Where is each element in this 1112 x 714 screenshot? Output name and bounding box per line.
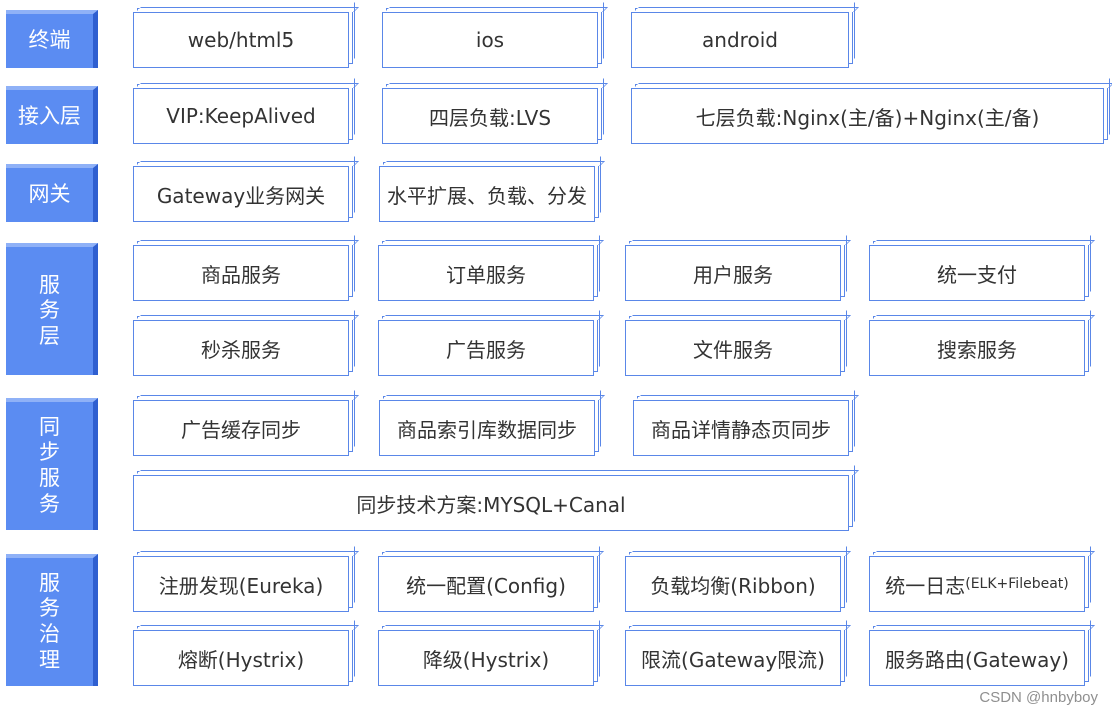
- gov-config: 统一配置(Config): [378, 556, 594, 612]
- watermark: CSDN @hnbyboy: [979, 689, 1098, 706]
- service-user: 用户服务: [625, 245, 841, 301]
- gov-logging-label: 统一日志: [885, 573, 966, 598]
- layer-label-service: 服 务 层: [6, 243, 98, 375]
- label-char: 服: [39, 570, 60, 595]
- label-char: 务: [39, 298, 60, 323]
- label-char: 层: [39, 323, 60, 348]
- sync-tech-solution: 同步技术方案:MYSQL+Canal: [133, 475, 849, 531]
- service-payment: 统一支付: [869, 245, 1085, 301]
- label-char: 服: [39, 272, 60, 297]
- sync-static-page: 商品详情静态页同步: [633, 400, 849, 456]
- gov-logging-detail: (ELK+Filebeat): [965, 576, 1069, 592]
- label-char: 理: [39, 647, 60, 672]
- label-char: 服: [39, 466, 60, 490]
- access-keepalived: VIP:KeepAlived: [133, 88, 349, 144]
- label-char: 同: [39, 414, 60, 439]
- service-ads: 广告服务: [378, 320, 594, 376]
- gov-routing: 服务路由(Gateway): [869, 630, 1085, 686]
- service-search: 搜索服务: [869, 320, 1085, 376]
- label-char: 步: [39, 440, 60, 465]
- layer-label-gateway: 网关: [6, 164, 98, 222]
- terminal-android: android: [631, 12, 849, 68]
- gov-rate-limit: 限流(Gateway限流): [625, 630, 841, 686]
- service-seckill: 秒杀服务: [133, 320, 349, 376]
- gov-hystrix-breaker: 熔断(Hystrix): [133, 630, 349, 686]
- gov-ribbon: 负载均衡(Ribbon): [625, 556, 841, 612]
- access-lvs: 四层负载:LVS: [382, 88, 598, 144]
- label-char: 务: [39, 596, 60, 621]
- layer-label-sync: 同 步 服 务: [6, 398, 98, 530]
- service-product: 商品服务: [133, 245, 349, 301]
- gateway-business: Gateway业务网关: [133, 166, 349, 222]
- gateway-scaling: 水平扩展、负载、分发: [379, 166, 595, 222]
- sync-ad-cache: 广告缓存同步: [133, 400, 349, 456]
- gov-logging: 统一日志 (ELK+Filebeat): [869, 556, 1085, 612]
- gov-hystrix-degrade: 降级(Hystrix): [378, 630, 594, 686]
- terminal-ios: ios: [382, 12, 598, 68]
- service-file: 文件服务: [625, 320, 841, 376]
- layer-label-access: 接入层: [6, 86, 98, 144]
- layer-label-terminal: 终端: [6, 10, 98, 68]
- service-order: 订单服务: [378, 245, 594, 301]
- access-nginx: 七层负载:Nginx(主/备)+Nginx(主/备): [631, 88, 1104, 144]
- label-char: 务: [39, 491, 60, 516]
- gov-eureka: 注册发现(Eureka): [133, 556, 349, 612]
- sync-search-index: 商品索引库数据同步: [379, 400, 595, 456]
- label-char: 治: [39, 622, 60, 646]
- layer-label-governance: 服 务 治 理: [6, 554, 98, 686]
- terminal-web: web/html5: [133, 12, 349, 68]
